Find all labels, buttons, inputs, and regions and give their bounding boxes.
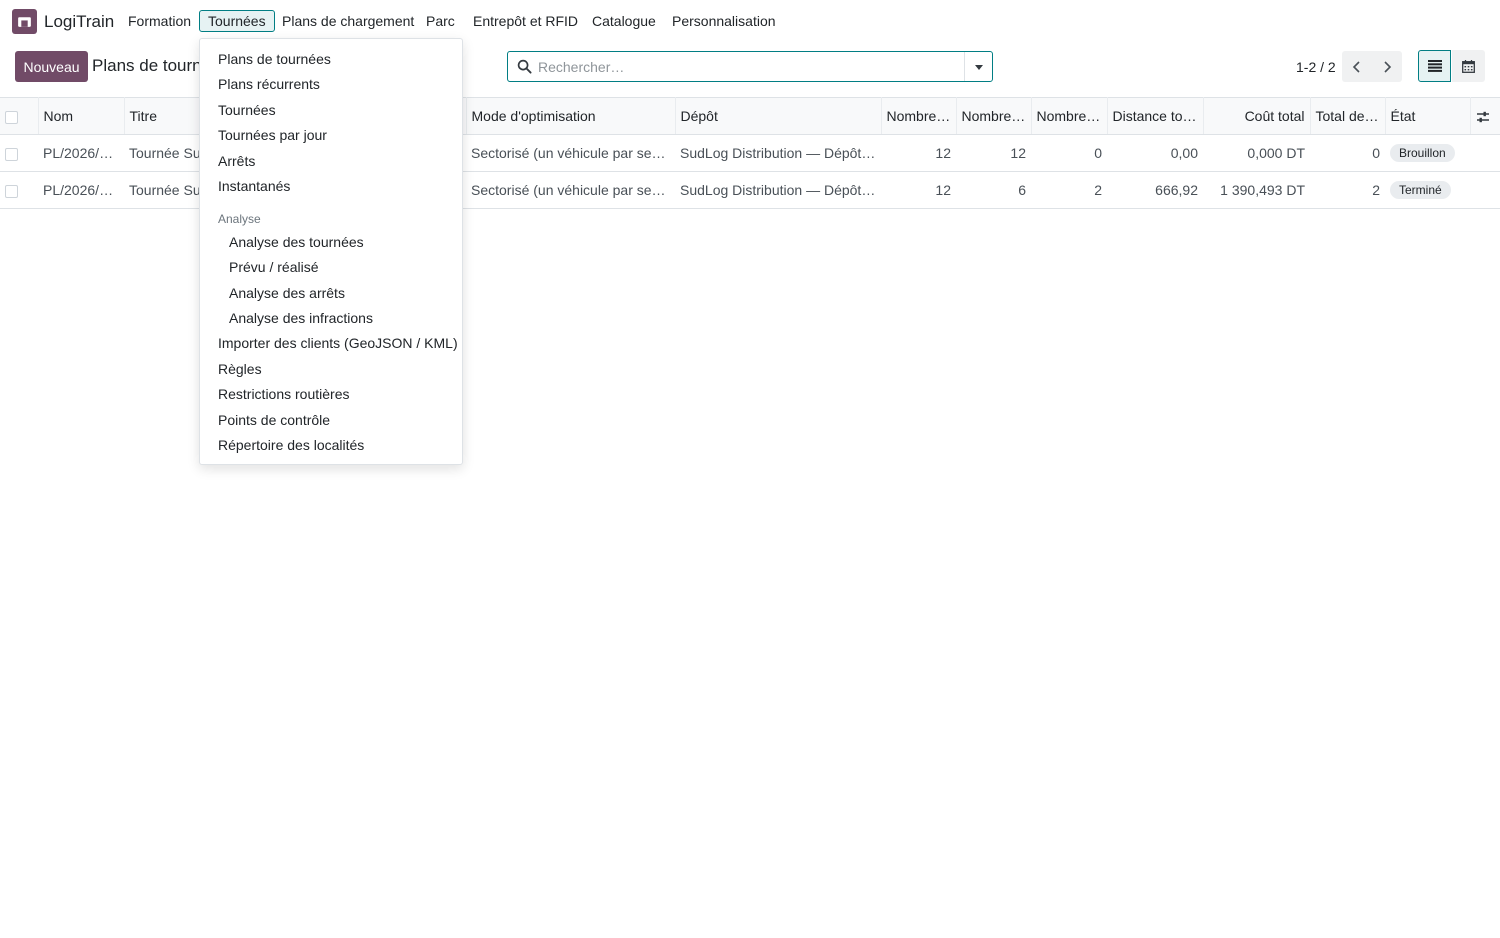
cell-nom: PL/2026/0…: [38, 171, 124, 209]
menu-item-importer-clients[interactable]: Importer des clients (GeoJSON / KML): [218, 335, 458, 351]
menu-item-regles[interactable]: Règles: [218, 361, 262, 377]
cell-cout-total: 1 390,493 DT: [1203, 171, 1310, 209]
nav-item-plans-de-chargement[interactable]: Plans de chargement: [282, 13, 414, 29]
row-checkbox[interactable]: [0, 134, 38, 172]
menu-item-tournees[interactable]: Tournées: [218, 102, 276, 118]
search-options-toggle[interactable]: [964, 52, 992, 81]
menu-item-repertoire-localites[interactable]: Répertoire des localités: [218, 437, 364, 453]
cell-etat: Terminé: [1385, 171, 1470, 209]
cell-nombre-2: 12: [956, 134, 1031, 172]
tournees-dropdown-menu: Plans de tournées Plans récurrents Tourn…: [199, 38, 463, 465]
menu-item-points-de-controle[interactable]: Points de contrôle: [218, 412, 330, 428]
menu-item-prevu-realise[interactable]: Prévu / réalisé: [229, 259, 318, 275]
app-name[interactable]: LogiTrain: [44, 12, 114, 32]
cell-empty: [1470, 171, 1500, 209]
nav-item-parc[interactable]: Parc: [426, 13, 455, 29]
column-header-etat[interactable]: État: [1384, 97, 1470, 135]
nav-item-tournees[interactable]: Tournées: [199, 10, 275, 32]
status-badge: Brouillon: [1390, 144, 1455, 162]
list-view-button[interactable]: [1418, 50, 1451, 82]
new-button[interactable]: Nouveau: [15, 51, 88, 82]
cell-depot: SudLog Distribution — Dépôt S…: [675, 134, 881, 172]
menu-item-plans-recurrents[interactable]: Plans récurrents: [218, 76, 320, 92]
calendar-view-button[interactable]: [1452, 50, 1485, 82]
column-header-nombre-2[interactable]: Nombre …: [955, 97, 1031, 135]
chevron-right-icon: [1384, 60, 1392, 73]
cell-depot: SudLog Distribution — Dépôt S…: [675, 171, 881, 209]
cell-distance: 0,00: [1107, 134, 1203, 172]
nav-item-formation[interactable]: Formation: [128, 13, 191, 29]
status-badge: Terminé: [1390, 181, 1451, 199]
nav-item-personnalisation[interactable]: Personnalisation: [672, 13, 776, 29]
chevron-left-icon: [1352, 60, 1360, 73]
caret-down-icon: [974, 64, 983, 70]
cell-cout-total: 0,000 DT: [1203, 134, 1310, 172]
cell-nombre-3: 0: [1031, 134, 1107, 172]
menu-item-analyse-des-tournees[interactable]: Analyse des tournées: [229, 234, 364, 250]
nav-item-entrepot-rfid[interactable]: Entrepôt et RFID: [473, 13, 578, 29]
cell-nombre-3: 2: [1031, 171, 1107, 209]
cell-nombre-1: 12: [881, 171, 956, 209]
cell-total: 0: [1310, 134, 1385, 172]
cell-empty: [1470, 134, 1500, 172]
cell-distance: 666,92: [1107, 171, 1203, 209]
menu-item-analyse-des-arrets[interactable]: Analyse des arrêts: [229, 285, 345, 301]
row-checkbox[interactable]: [0, 171, 38, 209]
pager-value[interactable]: 1-2 / 2: [1296, 59, 1336, 75]
search-icon: [517, 59, 532, 74]
search-bar: [507, 51, 993, 82]
list-icon: [1427, 60, 1442, 72]
column-header-distance-totale[interactable]: Distance tot…: [1106, 97, 1203, 135]
column-header-total-de[interactable]: Total de…: [1309, 97, 1385, 135]
pager-previous-button[interactable]: [1342, 51, 1372, 82]
optional-columns-toggle[interactable]: [1469, 97, 1500, 135]
column-header-nombre-1[interactable]: Nombre …: [880, 97, 956, 135]
nav-item-catalogue[interactable]: Catalogue: [592, 13, 656, 29]
column-header-nombre-3[interactable]: Nombre …: [1030, 97, 1107, 135]
cell-nombre-2: 6: [956, 171, 1031, 209]
column-header-depot[interactable]: Dépôt: [674, 97, 881, 135]
menu-section-analyse: Analyse: [218, 212, 261, 226]
menu-item-analyse-des-infractions[interactable]: Analyse des infractions: [229, 310, 373, 326]
app-logo-icon[interactable]: [12, 9, 37, 34]
pager-next-button[interactable]: [1372, 51, 1402, 82]
column-header-nom[interactable]: Nom: [37, 97, 124, 135]
sliders-icon: [1476, 111, 1489, 123]
select-all-checkbox[interactable]: [0, 97, 38, 135]
column-header-cout-total[interactable]: Coût total: [1202, 97, 1310, 135]
search-input[interactable]: [538, 57, 958, 77]
cell-mode: Sectorisé (un véhicule par secte…: [466, 171, 675, 209]
menu-item-instantanes[interactable]: Instantanés: [218, 178, 290, 194]
menu-item-plans-de-tournees[interactable]: Plans de tournées: [218, 51, 331, 67]
cell-total: 2: [1310, 171, 1385, 209]
cell-etat: Brouillon: [1385, 134, 1470, 172]
menu-item-arrets[interactable]: Arrêts: [218, 153, 255, 169]
cell-mode: Sectorisé (un véhicule par secte…: [466, 134, 675, 172]
cell-nom: PL/2026/0…: [38, 134, 124, 172]
menu-item-tournees-par-jour[interactable]: Tournées par jour: [218, 127, 327, 143]
column-header-mode-optimisation[interactable]: Mode d'optimisation: [465, 97, 675, 135]
cell-nombre-1: 12: [881, 134, 956, 172]
calendar-icon: [1462, 59, 1475, 73]
menu-item-restrictions-routieres[interactable]: Restrictions routières: [218, 386, 350, 402]
